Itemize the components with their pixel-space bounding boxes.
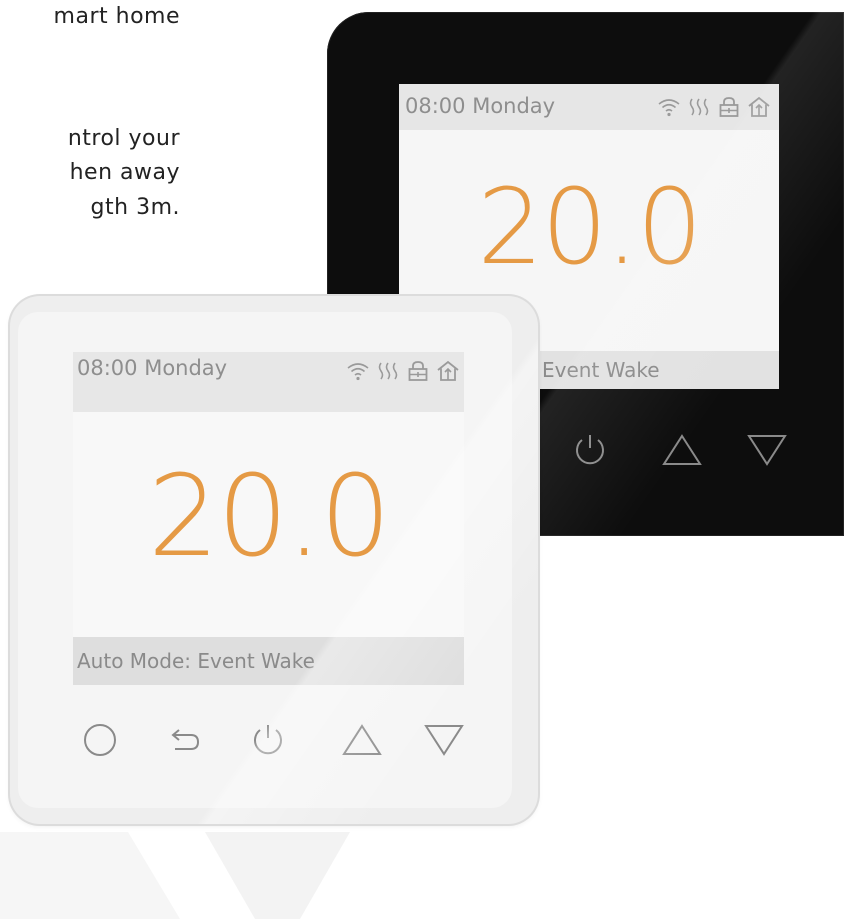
back-icon[interactable] xyxy=(165,720,205,760)
up-arrow-icon[interactable] xyxy=(660,430,704,470)
time-display: 08:00 Monday xyxy=(77,356,228,380)
copy-line-1: mart home xyxy=(53,4,180,29)
white-thermostat-screen: 08:00 Monday 20.0 Auto Mode: Event Wake xyxy=(73,352,464,685)
heating-icon xyxy=(378,362,398,380)
lock-icon xyxy=(719,97,739,117)
status-icons xyxy=(346,358,460,384)
temperature-display: 20.0 xyxy=(477,166,703,288)
down-arrow-icon[interactable] xyxy=(422,720,466,760)
status-icons xyxy=(657,94,771,120)
status-text: Auto Mode: Event Wake xyxy=(77,649,315,673)
copy-line-2: ntrol your xyxy=(67,126,180,151)
time-display: 08:00 Monday xyxy=(405,94,556,118)
wifi-icon xyxy=(347,363,369,381)
power-icon[interactable] xyxy=(570,430,610,470)
home-icon xyxy=(748,96,770,117)
white-thermostat-buttons xyxy=(70,712,470,772)
lock-icon xyxy=(408,361,428,381)
wifi-icon xyxy=(658,99,680,117)
status-text: Event Wake xyxy=(542,358,660,382)
copy-line-4: gth 3m. xyxy=(90,195,180,220)
down-arrow-icon[interactable] xyxy=(745,430,789,470)
menu-circle-icon[interactable] xyxy=(80,720,120,760)
copy-line-3: hen away xyxy=(69,160,180,185)
up-arrow-icon[interactable] xyxy=(340,720,384,760)
home-icon xyxy=(437,360,459,381)
black-thermostat-buttons xyxy=(560,420,844,480)
temperature-display: 20.0 xyxy=(147,452,391,582)
heating-icon xyxy=(689,98,709,116)
power-icon[interactable] xyxy=(248,720,288,760)
marketing-copy: mart home ntrol your hen away gth 3m. xyxy=(0,0,180,240)
